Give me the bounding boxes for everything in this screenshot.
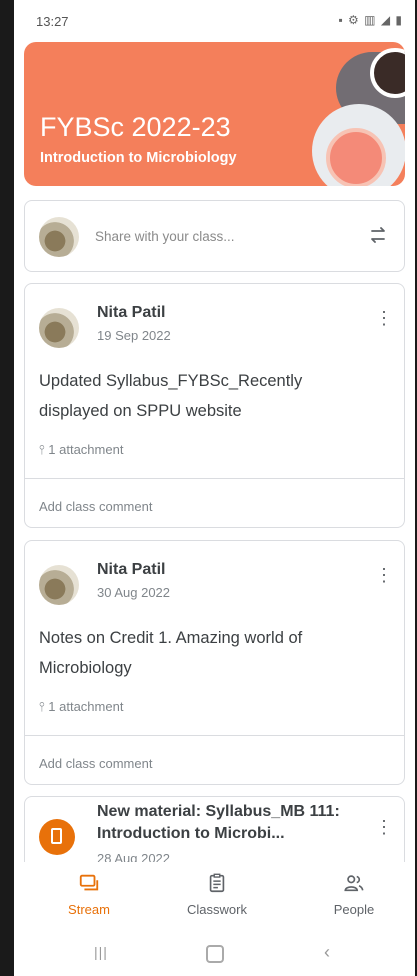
banner-grapefruit-illustration xyxy=(326,128,386,186)
repost-icon[interactable] xyxy=(366,223,390,247)
post-text: Updated Syllabus_FYBSc_Recently displaye… xyxy=(39,372,303,420)
material-title: New material: Syllabus_MB 111: Introduct… xyxy=(97,803,340,842)
nav-stream[interactable]: Stream xyxy=(39,872,139,917)
system-navigation-bar: ||| ‹ xyxy=(14,934,415,976)
post-attachments[interactable]: ⫯ 1 attachment xyxy=(39,699,123,715)
share-placeholder[interactable]: Share with your class... xyxy=(95,229,235,244)
material-post[interactable]: New material: Syllabus_MB 111: Introduct… xyxy=(24,796,405,862)
nav-classwork-label: Classwork xyxy=(187,902,247,917)
divider xyxy=(25,735,404,736)
more-options-icon[interactable]: ⋮ xyxy=(374,306,394,330)
status-icons: ▪ ⚙ ▥ ◢ ▮ xyxy=(338,13,403,27)
attachment-icon: ⫯ xyxy=(39,442,45,457)
nav-classwork[interactable]: Classwork xyxy=(167,872,267,917)
more-options-icon[interactable]: ⋮ xyxy=(374,815,394,839)
post-date: 28 Aug 2022 xyxy=(97,851,171,862)
share-box[interactable]: Share with your class... xyxy=(24,200,405,272)
people-icon xyxy=(344,875,364,892)
document-icon xyxy=(51,828,62,844)
post-date: 19 Sep 2022 xyxy=(97,328,171,343)
attachment-icon: ⫯ xyxy=(39,699,45,714)
bottom-navigation: Stream Classwork People xyxy=(14,862,415,934)
avatar xyxy=(39,565,79,605)
clipboard-icon xyxy=(209,873,225,893)
post-attachments[interactable]: ⫯ 1 attachment xyxy=(39,442,123,458)
status-bar: 13:27 ▪ ⚙ ▥ ◢ ▮ xyxy=(14,0,415,40)
nav-people-label: People xyxy=(333,902,375,917)
recents-button[interactable]: ||| xyxy=(94,944,108,960)
nav-stream-label: Stream xyxy=(68,902,110,917)
attachment-count: 1 attachment xyxy=(48,442,124,457)
post-author: Nita Patil xyxy=(97,561,166,578)
stream-icon xyxy=(79,874,99,891)
post-author: Nita Patil xyxy=(97,304,166,321)
avatar xyxy=(39,217,79,257)
class-banner[interactable]: FYBSc 2022-23 Introduction to Microbiolo… xyxy=(24,42,405,186)
add-class-comment[interactable]: Add class comment xyxy=(39,499,152,514)
more-options-icon[interactable]: ⋮ xyxy=(374,563,394,587)
home-button[interactable] xyxy=(206,945,224,963)
material-icon xyxy=(39,819,75,855)
app-screen: 13:27 ▪ ⚙ ▥ ◢ ▮ FYBSc 2022-23 Introducti… xyxy=(14,0,415,976)
attachment-count: 1 attachment xyxy=(48,699,124,714)
back-button[interactable]: ‹ xyxy=(324,942,330,963)
stream-post[interactable]: Nita Patil 19 Sep 2022 ⋮ Updated Syllabu… xyxy=(24,283,405,528)
class-subtitle: Introduction to Microbiology xyxy=(40,150,237,166)
add-class-comment[interactable]: Add class comment xyxy=(39,756,152,771)
divider xyxy=(25,478,404,479)
stream-post[interactable]: Nita Patil 30 Aug 2022 ⋮ Notes on Credit… xyxy=(24,540,405,785)
nav-people[interactable]: People xyxy=(304,872,404,917)
avatar xyxy=(39,308,79,348)
post-text: Notes on Credit 1. Amazing world of Micr… xyxy=(39,629,303,677)
post-date: 30 Aug 2022 xyxy=(97,585,171,600)
class-title: FYBSc 2022-23 xyxy=(40,112,231,142)
status-time: 13:27 xyxy=(36,14,69,29)
